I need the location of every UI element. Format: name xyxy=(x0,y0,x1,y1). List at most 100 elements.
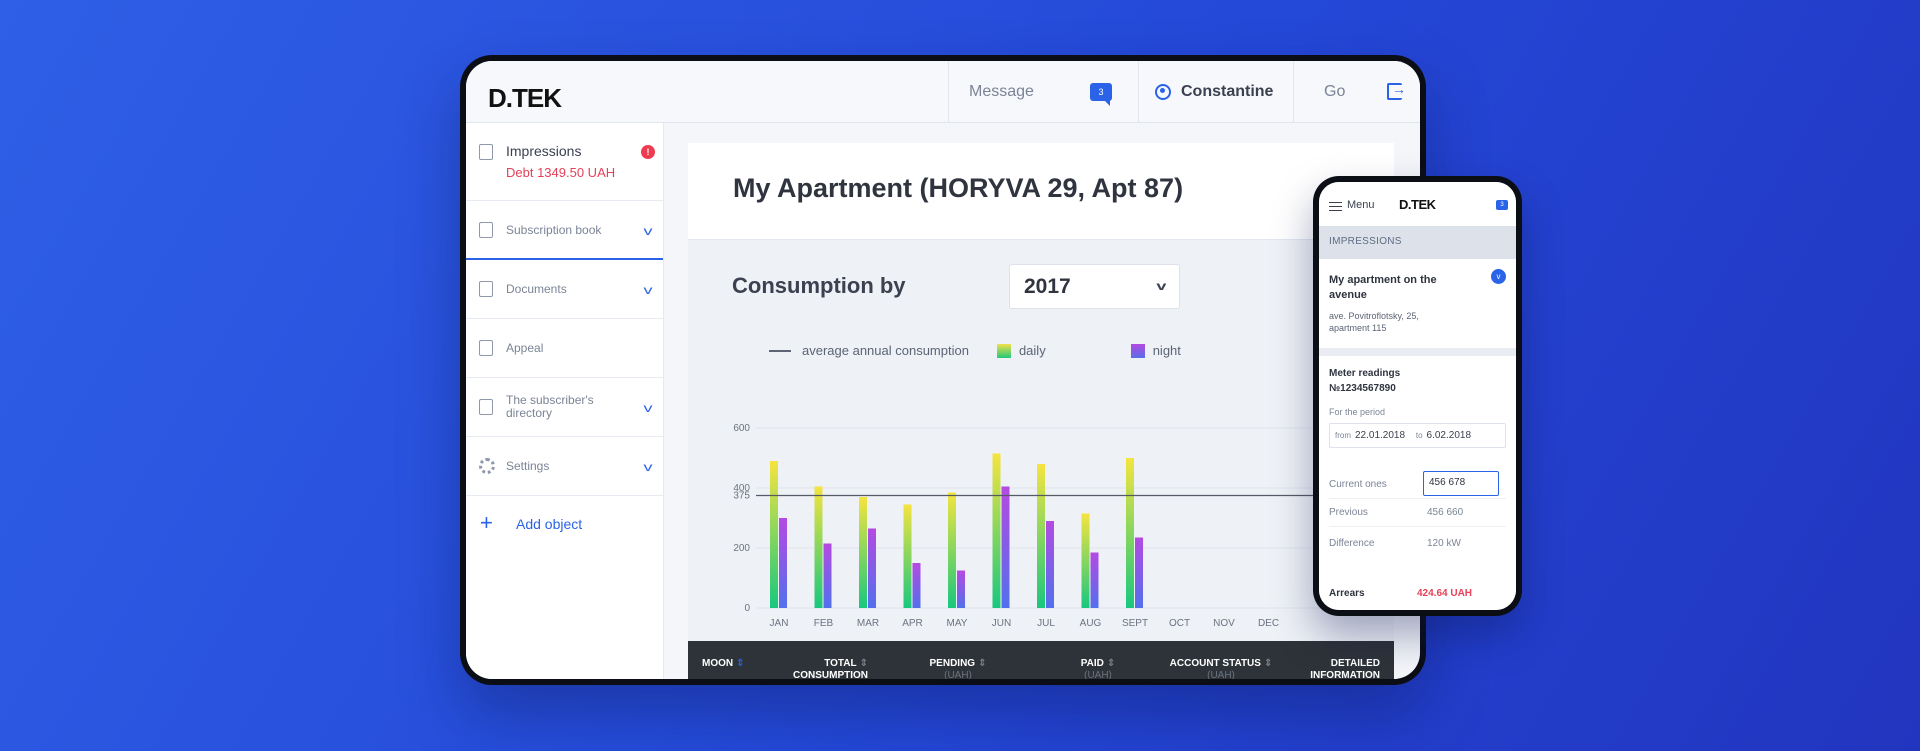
x-tick-label: JUN xyxy=(992,618,1011,629)
to-label: to xyxy=(1415,431,1423,440)
messages-button[interactable]: Message 3 xyxy=(948,61,1138,123)
x-tick-label: DEC xyxy=(1258,618,1279,629)
sidebar-item-impressions[interactable]: Impressions Debt 1349.50 UAH ! xyxy=(466,123,663,201)
column-label-line2: CONSUMPTION xyxy=(793,670,868,679)
go-label: Go xyxy=(1324,83,1346,100)
phone-device: Menu D.TEK 3 IMPRESSIONS My apartment on… xyxy=(1313,176,1522,616)
sidebar-item-documents[interactable]: Documents v xyxy=(466,260,663,319)
sidebar-item-directory[interactable]: The subscriber's directory v xyxy=(466,378,663,437)
year-value: 2017 xyxy=(1024,275,1071,298)
legend-night-label: night xyxy=(1152,343,1181,358)
user-profile-button[interactable]: Constantine xyxy=(1138,61,1293,123)
bar-daily-sept xyxy=(1126,458,1134,608)
difference-row: Difference 120 kW xyxy=(1329,529,1506,557)
column-detailed-info[interactable]: DETAILED INFORMATION xyxy=(1310,658,1380,679)
apartment-card[interactable]: My apartment on the avenue ave. Povitrof… xyxy=(1319,259,1516,348)
page-title: My Apartment (HORYVA 29, Apt 87) xyxy=(688,143,1394,240)
hamburger-menu-icon[interactable] xyxy=(1329,202,1342,211)
plus-icon: + xyxy=(480,510,493,535)
sidebar-item-subscription-book[interactable]: Subscription book v xyxy=(466,201,663,260)
wallet-icon xyxy=(479,144,493,160)
user-name: Constantine xyxy=(1181,83,1274,100)
logout-button[interactable]: Go xyxy=(1293,61,1420,123)
arrears-label: Arrears xyxy=(1329,588,1365,599)
column-label: MOON xyxy=(702,658,734,669)
meter-title: Meter readings xyxy=(1329,368,1401,379)
y-tick-label: 600 xyxy=(733,423,750,434)
message-label: Message xyxy=(969,83,1034,100)
column-unit: (UAH) xyxy=(944,670,972,679)
legend-daily-swatch xyxy=(996,343,1011,358)
period-label: For the period xyxy=(1329,407,1386,417)
difference-label: Difference xyxy=(1329,537,1375,549)
sort-icon: ⇕ xyxy=(1263,658,1273,669)
column-label: DETAILED xyxy=(1330,658,1380,669)
chevron-down-icon: v xyxy=(643,401,653,415)
message-count-badge: 3 xyxy=(1090,83,1112,106)
column-total[interactable]: TOTAL ⇕ CONSUMPTION xyxy=(778,658,868,679)
chevron-down-icon[interactable]: v xyxy=(1491,269,1506,284)
top-bar: D.TEK Message 3 Constantine Go xyxy=(466,61,1420,123)
user-icon xyxy=(1155,84,1171,100)
phone-logo[interactable]: D.TEK xyxy=(1399,197,1436,212)
table-header: MOON ⇕ TOTAL ⇕ CONSUMPTION PENDING ⇕ (UAH) … xyxy=(688,641,1394,679)
book-icon xyxy=(479,221,493,238)
previous-value: 456 660 xyxy=(1427,507,1464,518)
alert-icon: ! xyxy=(641,145,655,159)
consumption-chart: 0200375400600JAN FEB MAR APR MAY JUN JUL AUG SEP… xyxy=(733,423,1394,629)
meter-number: №1234567890 xyxy=(1329,383,1396,394)
current-reading-row: Current ones 456 678 xyxy=(1329,471,1506,499)
legend-average-label: average annual consumption xyxy=(802,343,969,358)
x-tick-label: NOV xyxy=(1213,618,1235,629)
column-account-status[interactable]: ACCOUNT STATUS ⇕ (UAH) xyxy=(1166,658,1276,679)
sidebar-item-label: Documents xyxy=(506,282,567,296)
chevron-down-icon: v xyxy=(643,223,653,238)
x-tick-label: JAN xyxy=(770,618,789,629)
sidebar-item-label: Appeal xyxy=(506,341,544,355)
column-label: PAID xyxy=(1080,658,1104,669)
column-label: TOTAL xyxy=(824,658,857,669)
arrears-amount: 424.64 UAH xyxy=(1417,588,1473,599)
consumption-title: Consumption by xyxy=(732,273,906,298)
difference-value: 120 kW xyxy=(1427,537,1461,549)
sidebar-item-label: Subscription book xyxy=(506,222,602,237)
bar-daily-mar xyxy=(859,497,867,608)
current-reading-input[interactable]: 456 678 xyxy=(1423,471,1499,496)
column-unit: (UAH) xyxy=(1084,670,1112,679)
column-pending[interactable]: PENDING ⇕ (UAH) xyxy=(913,658,1003,679)
sort-icon: ⇕ xyxy=(1106,658,1116,669)
sidebar-item-label: Settings xyxy=(506,459,550,473)
x-tick-label: SEPT xyxy=(1122,618,1148,629)
chart-legend: average annual consumption daily night xyxy=(769,343,1181,358)
date-range-field[interactable]: from 22.01.2018 to 6.02.2018 xyxy=(1329,423,1506,448)
chevron-down-icon: v xyxy=(643,460,653,474)
y-tick-label: 200 xyxy=(733,543,750,554)
section-header: IMPRESSIONS xyxy=(1319,226,1516,259)
bar-daily-feb xyxy=(814,486,823,608)
from-date: 22.01.2018 xyxy=(1355,430,1406,441)
y-tick-label: 400 xyxy=(733,483,750,494)
logout-icon xyxy=(1387,81,1406,100)
bar-night-feb xyxy=(823,543,832,608)
column-label-line2: INFORMATION xyxy=(1310,670,1380,679)
dtek-logo[interactable]: D.TEK xyxy=(488,83,562,114)
sidebar-item-settings[interactable]: Settings v xyxy=(466,437,663,496)
document-icon xyxy=(479,281,493,297)
sidebar-item-appeal[interactable]: Appeal xyxy=(466,319,663,378)
column-moon[interactable]: MOON ⇕ xyxy=(702,658,745,670)
message-count-badge[interactable]: 3 xyxy=(1496,200,1508,210)
legend-night-swatch xyxy=(1130,343,1145,358)
year-select[interactable]: 2017 v xyxy=(1009,264,1180,309)
legend-average-line xyxy=(769,349,791,352)
add-object-button[interactable]: + Add object xyxy=(466,496,663,551)
sidebar-item-label: The subscriber's directory xyxy=(506,393,594,420)
tablet-screen: D.TEK Message 3 Constantine Go Impressio… xyxy=(466,61,1420,679)
bar-daily-jun xyxy=(992,453,1001,608)
tablet-device: D.TEK Message 3 Constantine Go Impressio… xyxy=(460,55,1426,685)
bar-daily-aug xyxy=(1081,513,1090,608)
y-tick-label: 0 xyxy=(744,603,750,614)
column-paid[interactable]: PAID ⇕ (UAH) xyxy=(1058,658,1138,679)
menu-label[interactable]: Menu xyxy=(1347,199,1375,211)
column-unit: (UAH) xyxy=(1207,670,1235,679)
bar-night-jul xyxy=(1046,521,1054,608)
